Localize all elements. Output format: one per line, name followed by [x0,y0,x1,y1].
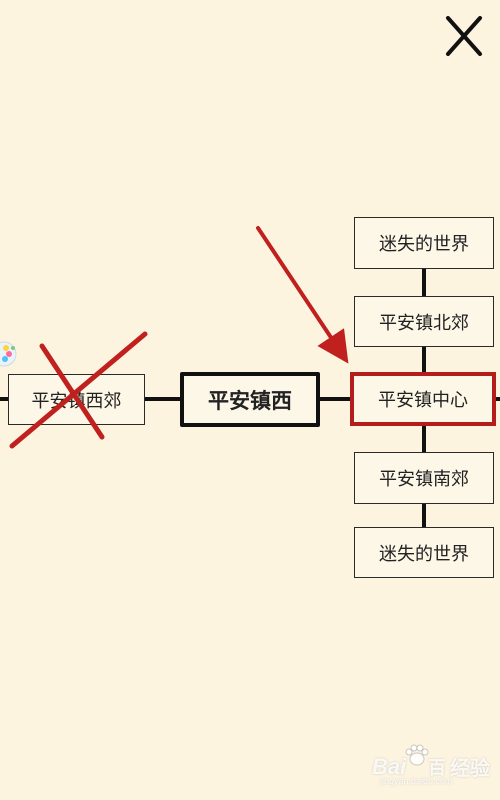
node-lost-world-bottom-label: 迷失的世界 [379,543,469,565]
node-south-suburb-label: 平安镇南郊 [379,469,469,490]
node-lost-world-bottom[interactable]: 迷失的世界 [354,527,494,578]
node-north-suburb[interactable]: 平安镇北郊 [354,296,494,347]
node-lost-world-top-label: 迷失的世界 [379,234,469,255]
watermark-site: jingyan.baidu.com [380,776,453,786]
node-north-suburb-label: 平安镇北郊 [379,312,469,334]
paw-icon [405,744,429,766]
watermark-label: 经验 [450,758,490,780]
node-west-suburb[interactable]: 平安镇西郊 [8,374,145,425]
node-south-suburb[interactable]: 平安镇南郊 [354,452,494,504]
bubble-icon [0,341,17,367]
map-screen: 平安镇西郊 平安镇西 迷失的世界 平安镇北郊 平安镇中心 平安镇南郊 迷失的世界 [0,0,500,800]
node-lost-world-top[interactable]: 迷失的世界 [354,217,494,269]
baidu-watermark: Bai 百 经验 jingyan.baidu.com [362,742,494,790]
node-current-location[interactable]: 平安镇西 [180,372,320,427]
node-west-suburb-label: 平安镇西郊 [31,390,122,412]
node-town-center-label: 平安镇中心 [378,390,468,411]
node-town-center[interactable]: 平安镇中心 [350,372,496,426]
close-icon[interactable] [440,12,486,58]
node-current-label: 平安镇西 [208,388,292,413]
